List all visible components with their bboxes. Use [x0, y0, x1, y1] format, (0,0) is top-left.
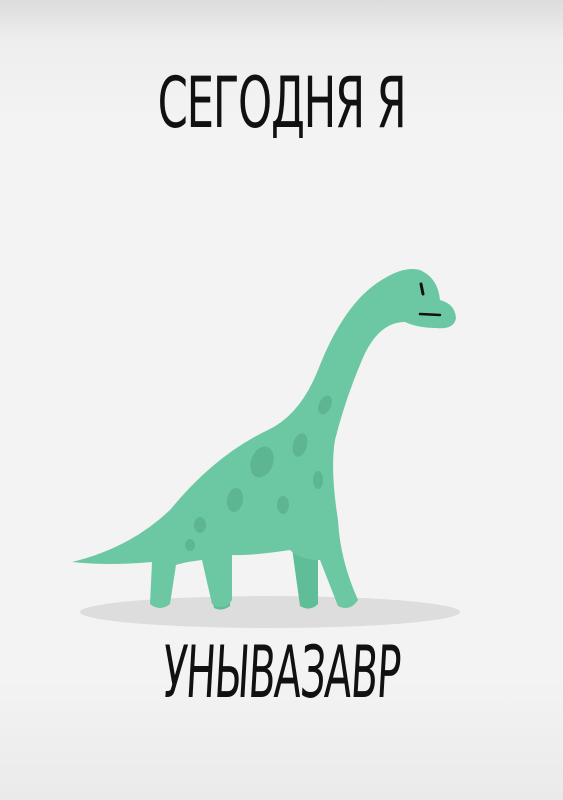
headline-bottom: УНЫВАЗАВР — [160, 630, 403, 714]
meme-card: СЕГОДНЯ Я УНЫВАЗАВР — [0, 0, 563, 800]
dino-eye — [419, 282, 425, 296]
dino-spot — [185, 539, 195, 551]
dino-mouth — [418, 312, 442, 317]
dino-body — [72, 269, 456, 608]
dino-spot — [313, 471, 323, 489]
dino-spot — [194, 517, 206, 533]
ground-shadow — [80, 596, 460, 628]
dino-spot — [277, 496, 289, 514]
